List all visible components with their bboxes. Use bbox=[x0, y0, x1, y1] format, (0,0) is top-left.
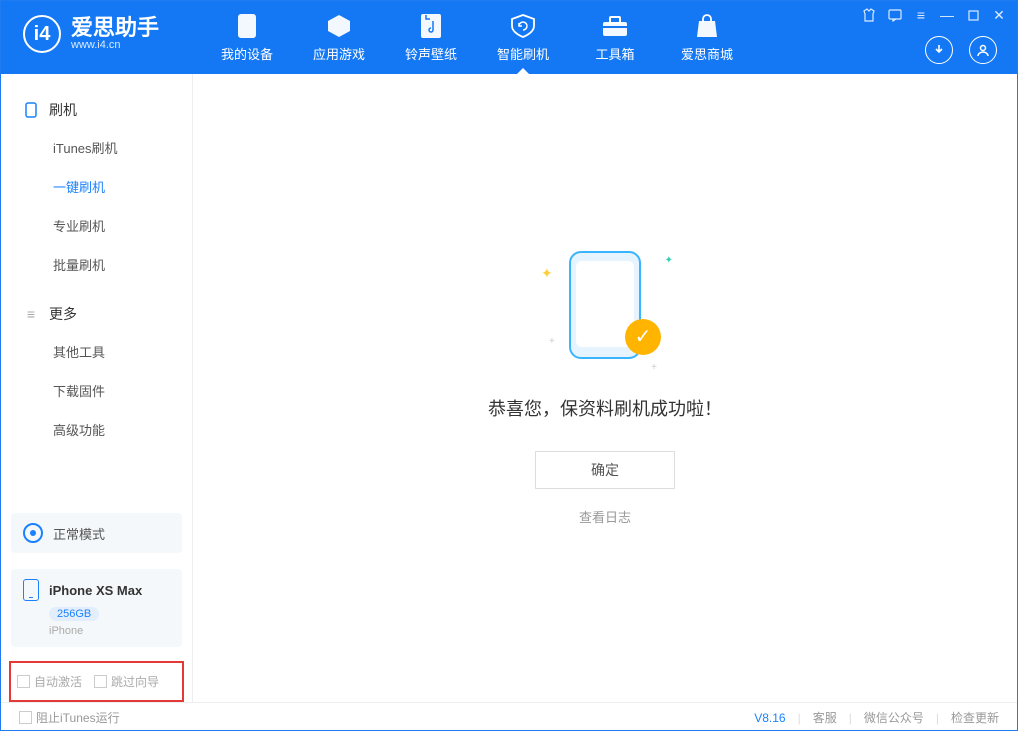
nav-my-device[interactable]: 我的设备 bbox=[201, 1, 293, 74]
cube-icon bbox=[325, 12, 353, 40]
feedback-icon[interactable] bbox=[887, 7, 903, 23]
divider: | bbox=[798, 711, 801, 725]
nav-label: 工具箱 bbox=[596, 44, 635, 63]
minimize-icon[interactable]: — bbox=[939, 7, 955, 23]
nav-ringtone-wallpaper[interactable]: 铃声壁纸 bbox=[385, 1, 477, 74]
sidebar-item-other-tools[interactable]: 其他工具 bbox=[1, 332, 192, 371]
nav-apps-games[interactable]: 应用游戏 bbox=[293, 1, 385, 74]
highlighted-options-box: 自动激活 跳过向导 bbox=[9, 661, 184, 702]
sidebar-item-pro-flash[interactable]: 专业刷机 bbox=[1, 206, 192, 245]
sidebar-item-download-firmware[interactable]: 下载固件 bbox=[1, 371, 192, 410]
nav-store[interactable]: 爱思商城 bbox=[661, 1, 753, 74]
nav-smart-flash[interactable]: 智能刷机 bbox=[477, 1, 569, 74]
checkbox-label: 跳过向导 bbox=[111, 675, 159, 689]
ok-button[interactable]: 确定 bbox=[535, 451, 675, 489]
device-icon bbox=[233, 12, 261, 40]
sidebar: 刷机 iTunes刷机 一键刷机 专业刷机 批量刷机 ≡ 更多 其他工具 下载固… bbox=[1, 74, 193, 702]
list-icon: ≡ bbox=[23, 306, 39, 322]
top-nav: 我的设备 应用游戏 铃声壁纸 智能刷机 工具箱 爱思商城 bbox=[201, 1, 753, 74]
download-button[interactable] bbox=[925, 36, 953, 64]
checkbox-label: 自动激活 bbox=[34, 675, 82, 689]
mode-label: 正常模式 bbox=[53, 524, 105, 543]
success-illustration: ✦ ✦ + + ✓ bbox=[545, 251, 665, 371]
logo-block: i4 爱思助手 www.i4.cn bbox=[1, 1, 171, 53]
device-name: iPhone XS Max bbox=[49, 583, 142, 598]
shield-refresh-icon bbox=[509, 12, 537, 40]
sparkle-icon: + bbox=[549, 336, 555, 347]
sidebar-group-flash-header: 刷机 bbox=[1, 92, 192, 128]
support-link[interactable]: 客服 bbox=[813, 709, 837, 726]
device-capacity-badge: 256GB bbox=[49, 607, 99, 621]
version-label: V8.16 bbox=[754, 711, 785, 725]
nav-label: 应用游戏 bbox=[313, 44, 365, 63]
music-file-icon bbox=[417, 12, 445, 40]
divider: | bbox=[849, 711, 852, 725]
nav-label: 智能刷机 bbox=[497, 44, 549, 63]
checkbox-label: 阻止iTunes运行 bbox=[36, 711, 120, 725]
menu-icon[interactable]: ≡ bbox=[913, 7, 929, 23]
sidebar-item-batch-flash[interactable]: 批量刷机 bbox=[1, 245, 192, 284]
bag-icon bbox=[693, 12, 721, 40]
shirt-icon[interactable] bbox=[861, 7, 877, 23]
maximize-icon[interactable] bbox=[965, 7, 981, 23]
user-button[interactable] bbox=[969, 36, 997, 64]
checkbox-skip-guide[interactable]: 跳过向导 bbox=[94, 673, 159, 690]
sparkle-icon: ✦ bbox=[541, 265, 553, 282]
sidebar-item-onekey-flash[interactable]: 一键刷机 bbox=[1, 167, 192, 206]
nav-label: 我的设备 bbox=[221, 44, 273, 63]
checkbox-icon bbox=[19, 711, 32, 724]
checkbox-icon bbox=[94, 675, 107, 688]
device-type: iPhone bbox=[49, 625, 83, 637]
nav-toolbox[interactable]: 工具箱 bbox=[569, 1, 661, 74]
checkbox-icon bbox=[17, 675, 30, 688]
device-card[interactable]: iPhone XS Max 256GB iPhone bbox=[11, 569, 182, 647]
main-content: ✦ ✦ + + ✓ 恭喜您，保资料刷机成功啦！ 确定 查看日志 bbox=[193, 74, 1017, 702]
sidebar-item-advanced[interactable]: 高级功能 bbox=[1, 410, 192, 449]
toolbox-icon bbox=[601, 12, 629, 40]
check-badge-icon: ✓ bbox=[625, 319, 661, 355]
sidebar-item-itunes-flash[interactable]: iTunes刷机 bbox=[1, 128, 192, 167]
app-url: www.i4.cn bbox=[71, 39, 159, 51]
success-message: 恭喜您，保资料刷机成功啦！ bbox=[488, 395, 722, 421]
app-name: 爱思助手 bbox=[71, 17, 159, 39]
status-bar: 阻止iTunes运行 V8.16 | 客服 | 微信公众号 | 检查更新 bbox=[1, 702, 1017, 732]
mode-card[interactable]: 正常模式 bbox=[11, 513, 182, 553]
phone-outline-icon bbox=[23, 102, 39, 118]
titlebar: i4 爱思助手 www.i4.cn 我的设备 应用游戏 铃声壁纸 智能刷机 工具… bbox=[1, 1, 1017, 74]
nav-label: 铃声壁纸 bbox=[405, 44, 457, 63]
sparkle-icon: ✦ bbox=[665, 255, 673, 266]
close-icon[interactable]: ✕ bbox=[991, 7, 1007, 23]
device-phone-icon bbox=[23, 579, 39, 601]
window-controls: ≡ — ✕ bbox=[861, 7, 1007, 23]
sidebar-group-title: 刷机 bbox=[49, 100, 77, 120]
check-update-link[interactable]: 检查更新 bbox=[951, 709, 999, 726]
checkbox-auto-activate[interactable]: 自动激活 bbox=[17, 673, 82, 690]
wechat-link[interactable]: 微信公众号 bbox=[864, 709, 924, 726]
sidebar-group-title: 更多 bbox=[49, 304, 77, 324]
app-logo-icon: i4 bbox=[23, 15, 61, 53]
sidebar-group-more-header: ≡ 更多 bbox=[1, 296, 192, 332]
checkbox-block-itunes[interactable]: 阻止iTunes运行 bbox=[19, 709, 120, 726]
divider: | bbox=[936, 711, 939, 725]
mode-indicator-icon bbox=[23, 523, 43, 543]
nav-label: 爱思商城 bbox=[681, 44, 733, 63]
sparkle-icon: + bbox=[651, 362, 657, 373]
view-log-link[interactable]: 查看日志 bbox=[579, 507, 631, 526]
header-right-icons bbox=[925, 36, 997, 64]
